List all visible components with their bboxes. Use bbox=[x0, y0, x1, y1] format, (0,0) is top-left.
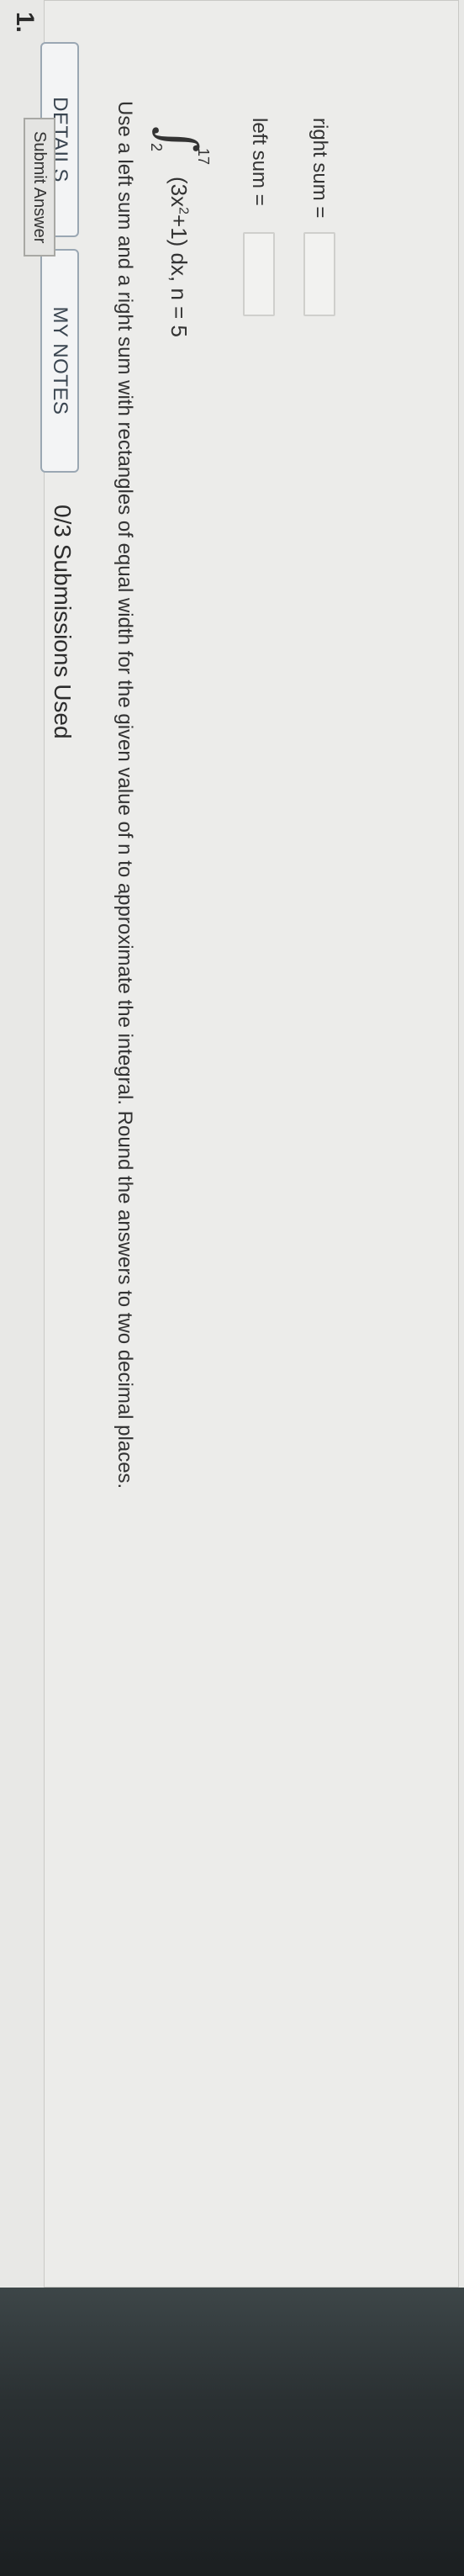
submit-answer-button[interactable]: Submit Answer bbox=[24, 118, 55, 257]
integrand: (3x2+1) dx, n = 5 bbox=[166, 177, 192, 337]
rotated-viewport: 1. DETAILS MY NOTES 0/3 Submissions Used… bbox=[0, 0, 464, 2576]
question-instruction: Use a left sum and a right sum with rect… bbox=[113, 101, 136, 1489]
integral-lower-limit: 2 bbox=[148, 143, 165, 152]
tab-my-notes[interactable]: MY NOTES bbox=[40, 249, 79, 473]
right-sum-row: right sum = bbox=[301, 118, 338, 316]
submissions-count: 0/3 Submissions Used bbox=[50, 505, 76, 739]
right-sum-input[interactable] bbox=[303, 232, 335, 316]
question-panel bbox=[44, 0, 459, 2288]
integral-upper-limit: 17 bbox=[195, 148, 212, 166]
integral-expression: ∫ 17 2 (3x2+1) dx, n = 5 bbox=[145, 126, 212, 631]
integrand-prefix: (3x bbox=[166, 177, 192, 208]
question-number: 1. bbox=[11, 12, 39, 34]
left-sum-row: left sum = bbox=[240, 118, 277, 316]
left-sum-input[interactable] bbox=[243, 232, 275, 316]
right-sum-label: right sum = bbox=[308, 118, 331, 219]
left-sum-label: left sum = bbox=[248, 118, 271, 206]
screen: 1. DETAILS MY NOTES 0/3 Submissions Used… bbox=[0, 0, 464, 2576]
integrand-suffix: +1) dx, n = 5 bbox=[166, 214, 192, 338]
screen-bezel bbox=[0, 2288, 464, 2576]
integrand-exponent: 2 bbox=[176, 207, 191, 215]
